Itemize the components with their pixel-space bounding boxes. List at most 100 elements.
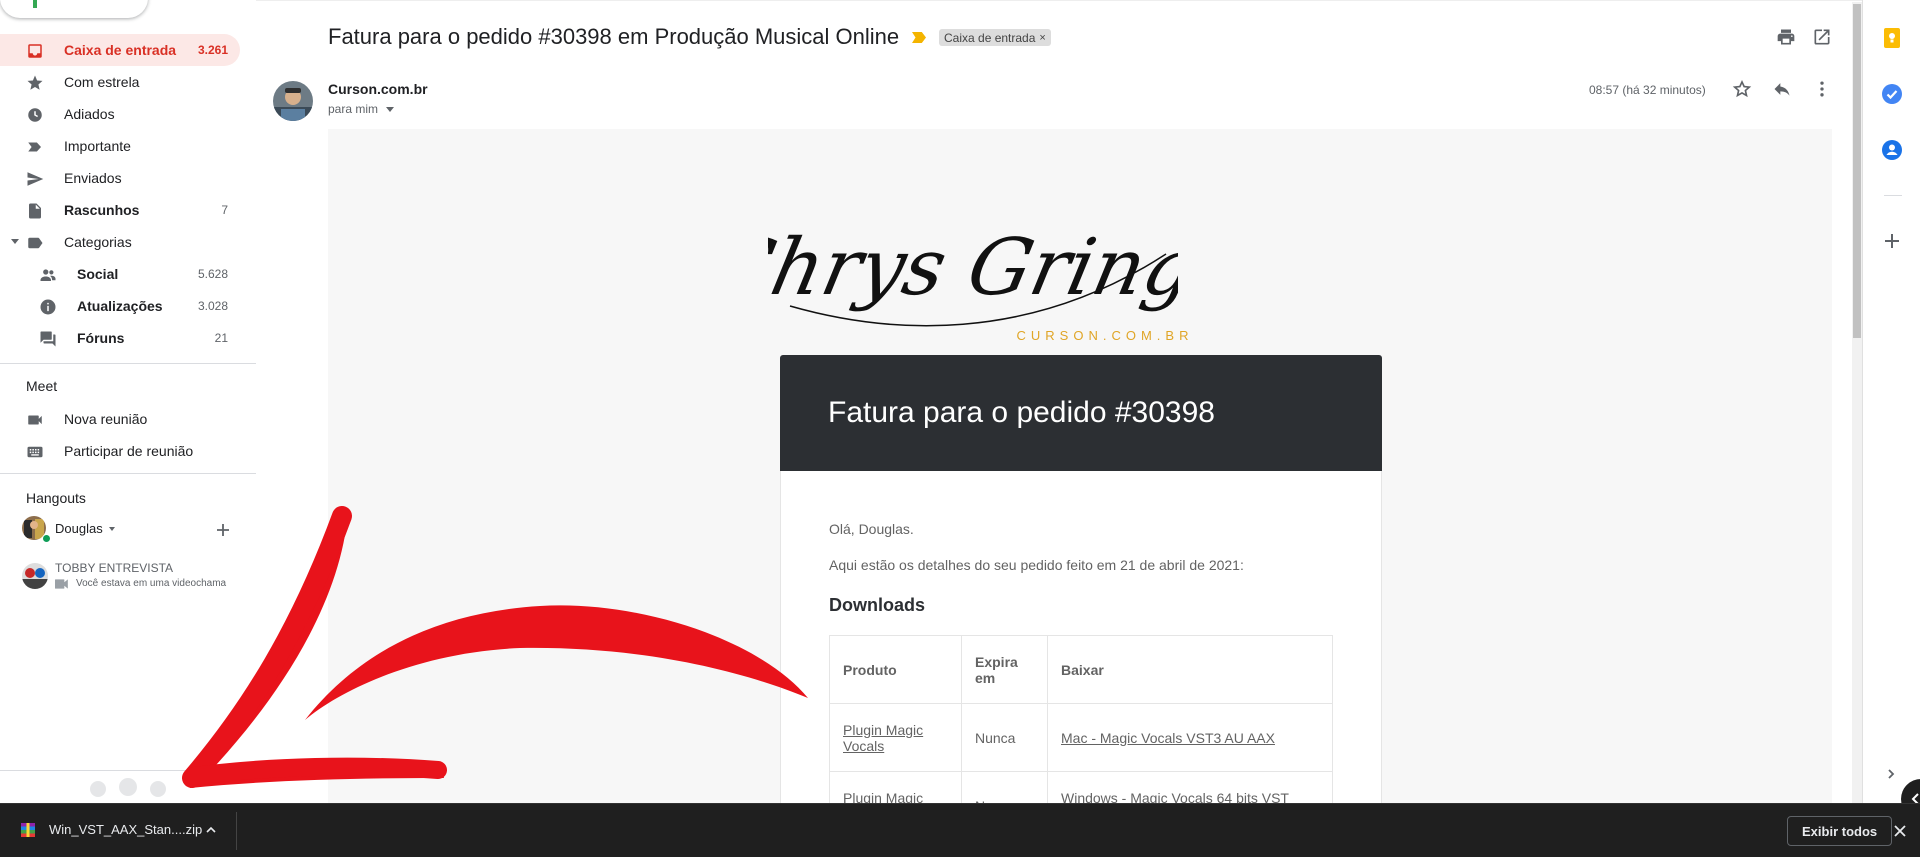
- product-link[interactable]: Plugin Magic Vocals: [843, 722, 923, 754]
- keep-icon[interactable]: [1880, 26, 1904, 50]
- email-subject: Fatura para o pedido #30398 em Produção …: [328, 24, 900, 49]
- table-cell: Plugin Magic Vocals: [829, 771, 962, 805]
- table-cell: Plugin Magic Vocals: [829, 703, 962, 772]
- sidebar-item-label: Categorias: [64, 234, 132, 250]
- chevron-up-icon[interactable]: [205, 824, 217, 836]
- hangouts-title: Hangouts: [26, 490, 86, 506]
- table-cell: Mac - Magic Vocals VST3 AU AAX: [1047, 703, 1333, 772]
- sender-name: Curson.com.br: [328, 81, 428, 97]
- sidebar-item-label: Adiados: [64, 106, 115, 122]
- add-icon[interactable]: [216, 523, 230, 537]
- open-in-new-window-icon[interactable]: [1812, 27, 1832, 47]
- scrollbar-thumb[interactable]: [1853, 4, 1861, 338]
- hangouts-tabs-icon: [90, 778, 166, 797]
- hangouts-user-name: Douglas: [55, 521, 103, 536]
- invoice-card: Olá, Douglas. Aqui estão os detalhes do …: [780, 471, 1382, 804]
- sidebar-item-drafts[interactable]: Rascunhos 7: [0, 194, 240, 226]
- meet-join-meeting-label: Participar de reunião: [64, 443, 194, 459]
- download-item[interactable]: Win_VST_AAX_Stan....zip: [0, 804, 236, 858]
- sidebar-divider: [0, 363, 256, 364]
- chevron-down-icon[interactable]: [11, 239, 19, 244]
- importance-icon: [28, 142, 41, 152]
- drafts-count: 7: [221, 203, 228, 217]
- meet-new-meeting[interactable]: Nova reunião: [0, 403, 240, 435]
- sidebar-item-label: Rascunhos: [64, 202, 140, 218]
- invoice-header: Fatura para o pedido #30398: [780, 355, 1382, 471]
- keyboard-icon: [27, 446, 43, 458]
- table-header-cell: Baixar: [1047, 635, 1333, 704]
- clock-icon: [28, 108, 42, 122]
- download-file-name: Win_VST_AAX_Stan....zip: [49, 822, 203, 837]
- star-icon[interactable]: [1732, 79, 1752, 99]
- video-camera-icon: [28, 415, 42, 425]
- table-cell: Nunca: [961, 703, 1048, 772]
- reply-icon[interactable]: [1772, 79, 1792, 99]
- star-icon: [27, 75, 43, 90]
- close-icon[interactable]: ×: [1039, 32, 1045, 44]
- sidebar-divider: [0, 770, 256, 771]
- sidebar-item-label: Caixa de entrada: [64, 42, 177, 58]
- forum-icon: [40, 331, 56, 347]
- hangouts-user[interactable]: Douglas: [22, 516, 229, 543]
- table-cell: Windows - Magic Vocals 64 bits VST AAX: [1047, 771, 1333, 805]
- add-icon[interactable]: [1880, 229, 1904, 253]
- people-icon: [40, 269, 56, 281]
- sidebar-item-label: Atualizações: [77, 298, 163, 314]
- label-icon: [28, 237, 43, 249]
- sidebar: Caixa de entrada 3.261 Com estrela Adiad…: [0, 0, 256, 803]
- close-icon[interactable]: [1892, 823, 1908, 839]
- label-chip[interactable]: Caixa de entrada ×: [939, 29, 1051, 46]
- invoice-title: Fatura para o pedido #30398: [828, 396, 1215, 429]
- download-bar: Win_VST_AAX_Stan....zip Exibir todos: [0, 803, 1920, 857]
- brand-signature-logo: Chrys Gringo: [768, 222, 1178, 327]
- avatar: [22, 563, 48, 589]
- social-count: 5.628: [197, 267, 228, 281]
- info-icon: [40, 299, 56, 315]
- table-header-cell: Expira em: [961, 635, 1048, 704]
- importance-marker-icon[interactable]: [912, 32, 926, 43]
- meet-join-meeting[interactable]: Participar de reunião: [0, 435, 240, 467]
- side-panel-divider: [1884, 195, 1902, 196]
- online-status-icon: [42, 534, 51, 543]
- show-all-downloads-button[interactable]: Exibir todos: [1787, 816, 1893, 846]
- table-cell: Nunca: [961, 771, 1048, 804]
- recipient-label: para mim: [328, 102, 379, 116]
- chevron-down-icon[interactable]: [109, 527, 115, 531]
- download-link[interactable]: Windows - Magic Vocals 64 bits VST AAX: [1061, 790, 1289, 805]
- sender-avatar[interactable]: [273, 81, 313, 121]
- sidebar-divider: [0, 473, 256, 474]
- table-header-row: Produto Expira em Baixar: [829, 635, 1333, 704]
- sidebar-item-label: Enviados: [64, 170, 122, 186]
- greeting-text: Olá, Douglas.: [829, 521, 914, 537]
- sidebar-item-categories[interactable]: Categorias: [0, 226, 240, 258]
- sidebar-item-updates[interactable]: Atualizações 3.028: [0, 290, 240, 322]
- compose-button[interactable]: [0, 0, 148, 18]
- plus-icon: [33, 0, 37, 8]
- sidebar-item-important[interactable]: Importante: [0, 130, 240, 162]
- unread-count: 3.261: [197, 43, 228, 57]
- sidebar-item-starred[interactable]: Com estrela: [0, 66, 240, 98]
- contacts-icon[interactable]: [1880, 138, 1904, 162]
- download-link[interactable]: Mac - Magic Vocals VST3 AU AAX: [1061, 730, 1275, 746]
- video-camera-icon: [55, 579, 68, 589]
- sidebar-item-label: Importante: [64, 138, 131, 154]
- sidebar-item-social[interactable]: Social 5.628: [0, 258, 240, 290]
- table-row: Plugin Magic Vocals Nunca Mac - Magic Vo…: [829, 703, 1333, 772]
- more-options-icon[interactable]: [1812, 79, 1832, 99]
- table-header-cell: Produto: [829, 635, 962, 704]
- sidebar-item-forums[interactable]: Fóruns 21: [0, 322, 240, 354]
- tasks-icon[interactable]: [1880, 82, 1904, 106]
- sidebar-item-sent[interactable]: Enviados: [0, 162, 240, 194]
- email-timestamp: 08:57 (há 32 minutos): [1589, 83, 1706, 97]
- forums-count: 21: [214, 331, 228, 345]
- recipient-details[interactable]: para mim: [328, 102, 395, 116]
- updates-count: 3.028: [197, 299, 228, 313]
- hangouts-contact[interactable]: TOBBY ENTREVISTA Você estava em uma vide…: [22, 560, 242, 594]
- product-link[interactable]: Plugin Magic Vocals: [843, 790, 923, 805]
- table-row: Plugin Magic Vocals Nunca Windows - Magi…: [829, 771, 1333, 805]
- print-icon[interactable]: [1776, 27, 1796, 47]
- chevron-right-icon[interactable]: [1885, 768, 1897, 780]
- chevron-down-icon[interactable]: [386, 107, 395, 113]
- sidebar-item-snoozed[interactable]: Adiados: [0, 98, 240, 130]
- sidebar-item-inbox[interactable]: Caixa de entrada 3.261: [0, 34, 240, 66]
